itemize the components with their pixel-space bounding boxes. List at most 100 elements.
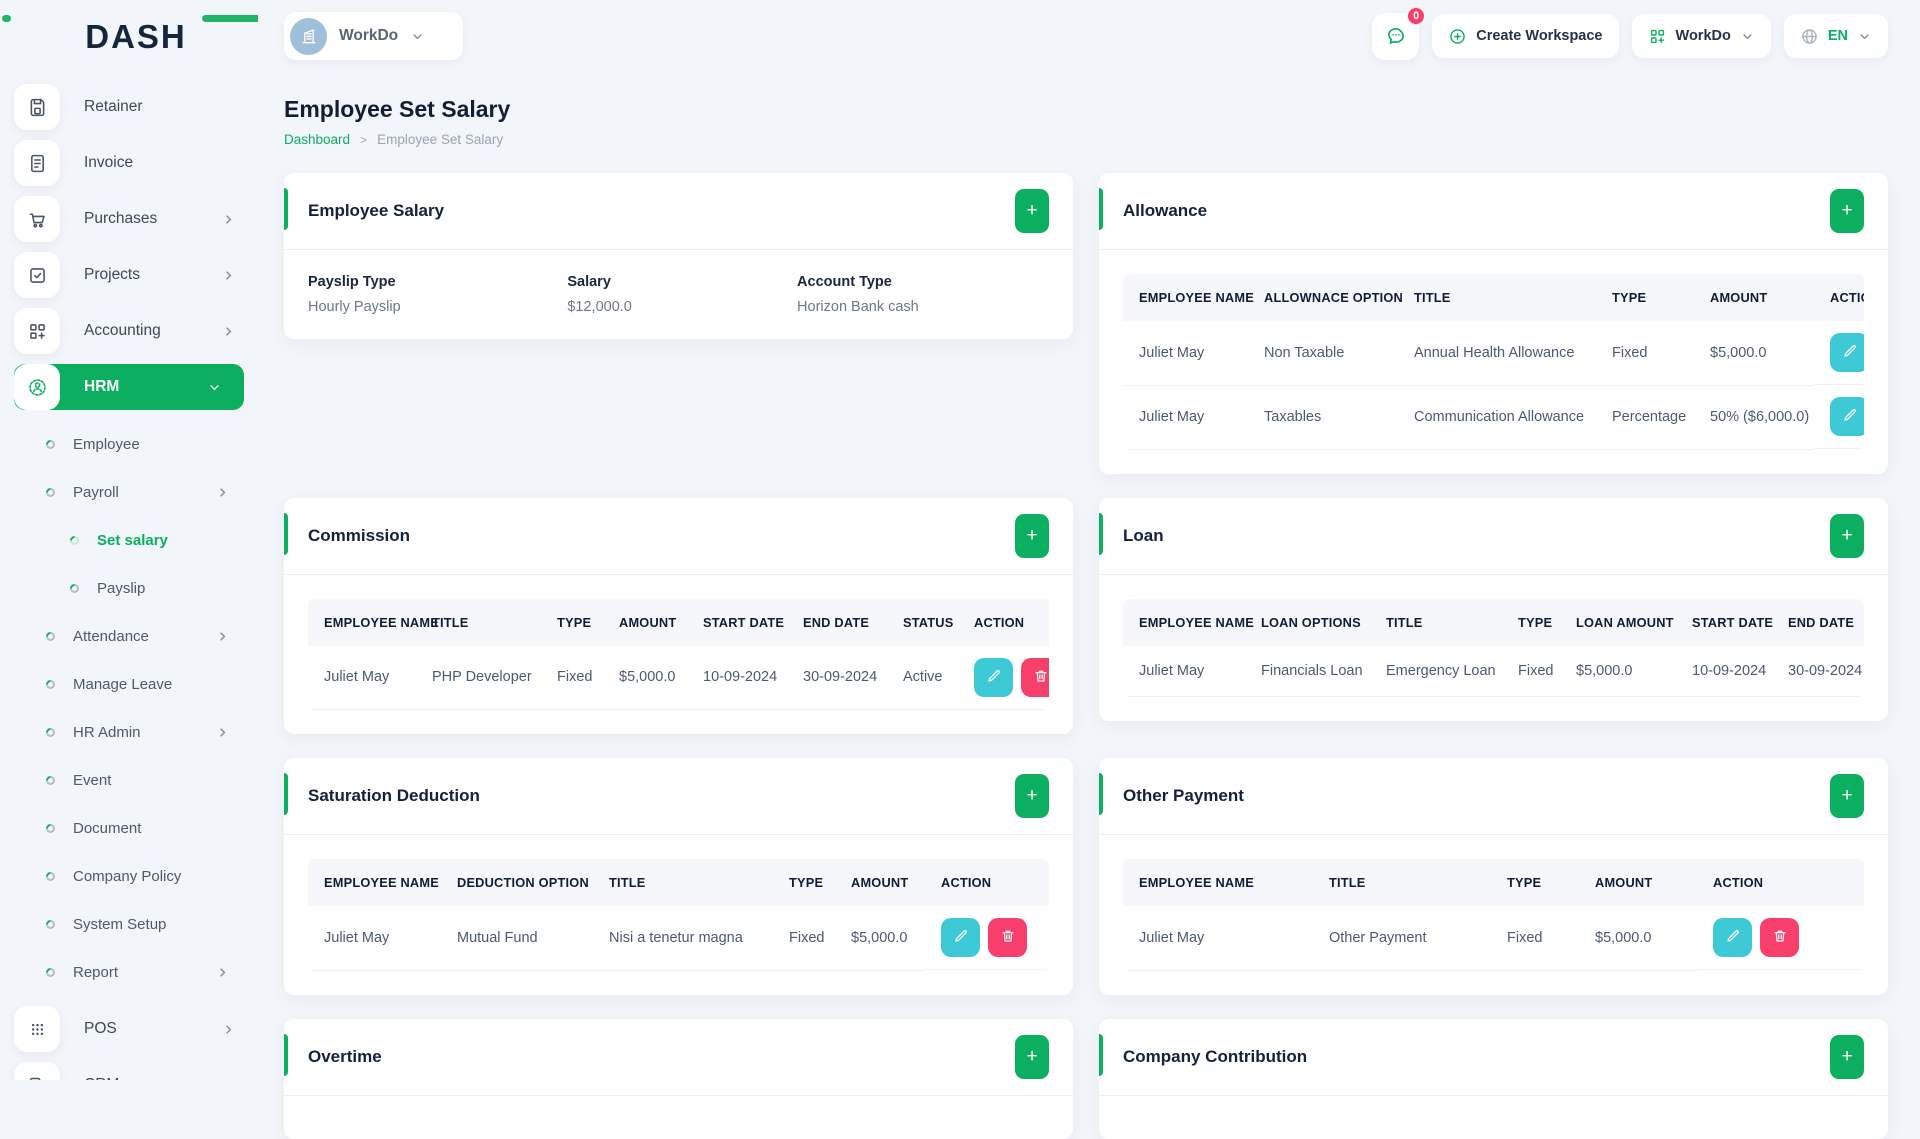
- add-button[interactable]: +: [1015, 189, 1049, 233]
- edit-button[interactable]: [1713, 918, 1752, 957]
- table-cell: Non Taxable: [1248, 321, 1398, 386]
- table-cell: Juliet May: [1123, 385, 1248, 450]
- chevron-right-icon: [221, 268, 236, 283]
- edit-button[interactable]: [941, 918, 980, 957]
- page-title: Employee Set Salary: [284, 96, 511, 122]
- column-header-loan-options: LOAN OPTIONS: [1261, 614, 1361, 630]
- breadcrumb: Dashboard > Employee Set Salary: [284, 132, 1888, 147]
- column-header-action: ACTION: [1713, 875, 1764, 890]
- sidebar-item-set-salary[interactable]: Set salary: [14, 516, 258, 564]
- sidebar-item-employee[interactable]: Employee: [14, 420, 258, 468]
- workdo-menu-button[interactable]: WorkDo: [1631, 14, 1771, 58]
- bullet-icon: [44, 821, 57, 835]
- table-cell: Active: [887, 645, 958, 710]
- field-account-type: Account Type Horizon Bank cash: [797, 274, 1049, 315]
- add-button[interactable]: +: [1015, 1034, 1049, 1079]
- card-header: Saturation Deduction +: [284, 758, 1073, 835]
- column-header-end-date: END DATE: [1788, 614, 1855, 630]
- column-header-end-date: END DATE: [803, 614, 870, 630]
- card-accent: [1099, 773, 1103, 815]
- allowance-table: EMPLOYEE NAME ALLOWNACE OPTION TITLE TYPE AM…: [1123, 274, 1864, 450]
- table-cell: Juliet May: [1123, 321, 1248, 386]
- delete-button[interactable]: [988, 918, 1027, 957]
- add-button[interactable]: +: [1830, 774, 1864, 818]
- sidebar-item-report[interactable]: Report: [14, 948, 258, 996]
- add-button[interactable]: +: [1830, 1034, 1864, 1079]
- edit-button[interactable]: [1830, 397, 1864, 436]
- table-cell: Nisi a tenetur magna: [593, 906, 773, 971]
- create-workspace-button[interactable]: Create Workspace: [1432, 14, 1619, 58]
- invoice-icon: [14, 140, 60, 186]
- delete-button[interactable]: [1760, 918, 1799, 957]
- sidebar-item-retainer[interactable]: Retainer: [14, 84, 258, 130]
- sidebar-item-system-setup[interactable]: System Setup: [14, 900, 258, 948]
- sidebar-item-label: CRM: [84, 1076, 221, 1080]
- sidebar-item-event[interactable]: Event: [14, 756, 258, 804]
- sidebar-item-hrm[interactable]: HRM: [14, 364, 244, 410]
- column-header-employee-name: EMPLOYEE NAME: [1139, 614, 1254, 630]
- sidebar-item-company-policy[interactable]: Company Policy: [14, 852, 258, 900]
- table-cell: Fixed: [1596, 321, 1694, 386]
- bullet-icon: [68, 581, 81, 595]
- sidebar-item-invoice[interactable]: Invoice: [14, 140, 258, 186]
- table-cell: Communication Allowance: [1398, 385, 1596, 450]
- main-content: Employee Set Salary Dashboard > Employee…: [258, 72, 1920, 1139]
- edit-button[interactable]: [974, 657, 1013, 697]
- sidebar-item-manage-leave[interactable]: Manage Leave: [14, 660, 258, 708]
- breadcrumb-dashboard-link[interactable]: Dashboard: [284, 132, 350, 147]
- workspace-selector[interactable]: WorkDo: [284, 12, 464, 60]
- language-selector[interactable]: EN: [1783, 14, 1888, 58]
- column-header-title: TITLE: [432, 614, 469, 630]
- sidebar-item-attendance[interactable]: Attendance: [14, 612, 258, 660]
- column-header-deduction-option: DEDUCTION OPTION: [457, 875, 589, 890]
- sidebar-item-hr-admin[interactable]: HR Admin: [14, 708, 258, 756]
- edit-button[interactable]: [1830, 333, 1864, 372]
- card-title: Allowance: [1123, 201, 1208, 220]
- bullet-icon: [68, 533, 81, 547]
- bullet-icon: [44, 773, 57, 787]
- column-header-title: TITLE: [1414, 290, 1451, 305]
- add-button[interactable]: +: [1830, 189, 1864, 233]
- delete-button[interactable]: [1021, 657, 1049, 697]
- card-title: Overtime: [308, 1046, 382, 1066]
- field-salary: Salary $12,000.0: [567, 274, 797, 315]
- sidebar-item-payroll[interactable]: Payroll: [14, 468, 258, 516]
- column-header-title: TITLE: [1329, 875, 1366, 890]
- sidebar-item-label: Accounting: [84, 322, 161, 339]
- messages-button[interactable]: 0: [1372, 5, 1427, 60]
- topbar-actions: 0 Create Workspace WorkDo EN: [1372, 5, 1888, 60]
- sidebar-item-label: Invoice: [84, 154, 134, 171]
- workspace-avatar: [290, 17, 327, 55]
- chevron-right-icon: [215, 965, 230, 980]
- bullet-icon: [44, 629, 57, 643]
- sidebar-item-label: System Setup: [73, 915, 167, 933]
- company-contribution-card: Company Contribution +: [1099, 1018, 1888, 1139]
- table-cell: $5,000.0: [603, 645, 687, 710]
- sidebar: DASH Retainer Invoice Purchases Projects Acc…: [0, 0, 258, 1080]
- logo-text: DASH: [85, 18, 187, 55]
- table-cell: Mutual Fund: [441, 906, 593, 971]
- table-row: Juliet May Taxables Communication Allowanc…: [1123, 385, 1864, 450]
- sidebar-main-menu: Retainer Invoice Purchases Projects Accounti…: [14, 84, 258, 410]
- add-button[interactable]: +: [1830, 513, 1864, 558]
- card-accent: [284, 188, 288, 230]
- add-button[interactable]: +: [1015, 774, 1049, 818]
- sidebar-item-accounting[interactable]: Accounting: [14, 308, 258, 354]
- table-cell: Fixed: [1491, 906, 1579, 971]
- table-row: Juliet May Financials Loan Emergency Loan F…: [1123, 645, 1864, 697]
- sidebar-item-projects[interactable]: Projects: [14, 252, 258, 298]
- table-cell: $5,000.0: [1579, 906, 1697, 971]
- sidebar-item-payslip[interactable]: Payslip: [14, 564, 258, 612]
- crm-icon: [14, 1062, 60, 1080]
- sidebar-item-document[interactable]: Document: [14, 804, 258, 852]
- sidebar-item-pos[interactable]: POS: [14, 1006, 258, 1052]
- column-header-employee-name: EMPLOYEE NAME: [324, 614, 439, 630]
- sidebar-item-label: Set salary: [97, 531, 168, 549]
- sidebar-item-crm[interactable]: CRM: [14, 1062, 258, 1080]
- data-table: EMPLOYEE NAME TITLE TYPE AMOUNT START DATE EN…: [308, 598, 1049, 710]
- sidebar-item-purchases[interactable]: Purchases: [14, 196, 258, 242]
- sidebar-item-label: Company Policy: [73, 867, 182, 885]
- bullet-icon: [44, 437, 57, 451]
- language-label: EN: [1827, 28, 1848, 44]
- add-button[interactable]: +: [1015, 513, 1049, 558]
